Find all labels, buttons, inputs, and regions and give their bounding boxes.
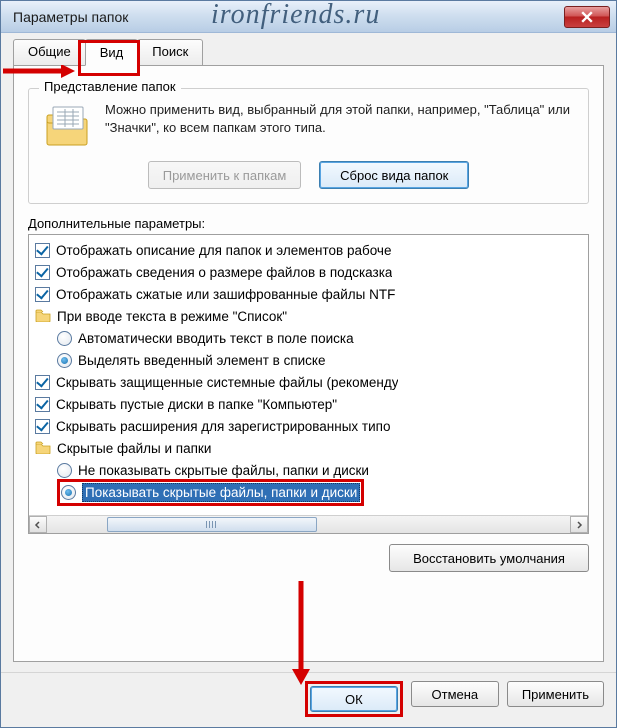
horizontal-scrollbar[interactable] bbox=[29, 515, 588, 533]
checkbox-icon[interactable] bbox=[35, 265, 50, 280]
content-area: Общие Вид Поиск Представление папок bbox=[1, 33, 616, 672]
list-item[interactable]: Отображать сведения о размере файлов в п… bbox=[31, 261, 586, 283]
checkbox-icon[interactable] bbox=[35, 375, 50, 390]
folder-views-description: Можно применить вид, выбранный для этой … bbox=[105, 101, 574, 137]
reset-folders-button[interactable]: Сброс вида папок bbox=[319, 161, 469, 189]
list-item-label: Отображать сведения о размере файлов в п… bbox=[56, 265, 392, 280]
advanced-settings-section: Дополнительные параметры: Отображать опи… bbox=[28, 216, 589, 572]
checkbox-icon[interactable] bbox=[35, 419, 50, 434]
folder-options-icon bbox=[43, 101, 91, 149]
folder-views-group: Представление папок Можно применить вид,… bbox=[28, 88, 589, 204]
radio-icon[interactable] bbox=[57, 353, 72, 368]
folder-icon bbox=[35, 308, 57, 325]
tab-general[interactable]: Общие bbox=[13, 39, 86, 65]
list-item-label: Скрывать защищенные системные файлы (рек… bbox=[56, 375, 398, 390]
list-item[interactable]: Скрывать защищенные системные файлы (рек… bbox=[31, 371, 586, 393]
close-button[interactable] bbox=[564, 6, 610, 28]
window-title: Параметры папок bbox=[13, 9, 564, 25]
list-item-label: Отображать описание для папок и элементо… bbox=[56, 243, 391, 258]
ok-button[interactable]: ОК bbox=[310, 686, 398, 712]
list-item[interactable]: Выделять введенный элемент в списке bbox=[31, 349, 586, 371]
radio-icon[interactable] bbox=[61, 485, 76, 500]
radio-icon[interactable] bbox=[57, 331, 72, 346]
titlebar: Параметры папок ironfriends.ru bbox=[1, 1, 616, 33]
list-item-label: Выделять введенный элемент в списке bbox=[78, 353, 326, 368]
checkbox-icon[interactable] bbox=[35, 397, 50, 412]
scroll-right-button[interactable] bbox=[570, 516, 588, 533]
dialog-buttons: ОК Отмена Применить bbox=[1, 672, 616, 727]
list-item-label: Скрывать расширения для зарегистрированн… bbox=[56, 419, 390, 434]
list-item[interactable]: Скрывать пустые диски в папке "Компьютер… bbox=[31, 393, 586, 415]
tab-view[interactable]: Вид bbox=[85, 39, 139, 66]
list-item[interactable]: Отображать сжатые или зашифрованные файл… bbox=[31, 283, 586, 305]
list-item[interactable]: Скрывать расширения для зарегистрированн… bbox=[31, 415, 586, 437]
tab-strip: Общие Вид Поиск bbox=[13, 39, 604, 65]
list-item[interactable]: Автоматически вводить текст в поле поиск… bbox=[31, 327, 586, 349]
tab-search[interactable]: Поиск bbox=[137, 39, 203, 65]
checkbox-icon[interactable] bbox=[35, 287, 50, 302]
ok-highlight-annotation: ОК bbox=[305, 681, 403, 717]
folder-icon bbox=[35, 440, 57, 457]
list-item[interactable]: Показывать скрытые файлы, папки и диски bbox=[31, 481, 586, 503]
checkbox-icon[interactable] bbox=[35, 243, 50, 258]
apply-to-folders-button: Применить к папкам bbox=[148, 161, 302, 189]
option-highlight-annotation: Показывать скрытые файлы, папки и диски bbox=[57, 479, 364, 506]
close-icon bbox=[581, 11, 593, 23]
radio-icon[interactable] bbox=[57, 463, 72, 478]
scrollbar-thumb[interactable] bbox=[107, 517, 317, 532]
list-item-label: Скрывать пустые диски в папке "Компьютер… bbox=[56, 397, 337, 412]
list-item[interactable]: Отображать описание для папок и элементо… bbox=[31, 239, 586, 261]
list-item-label: При вводе текста в режиме "Список" bbox=[57, 309, 287, 324]
restore-defaults-button[interactable]: Восстановить умолчания bbox=[389, 544, 589, 572]
list-item[interactable]: Скрытые файлы и папки bbox=[31, 437, 586, 459]
list-item[interactable]: При вводе текста в режиме "Список" bbox=[31, 305, 586, 327]
list-item-label: Не показывать скрытые файлы, папки и дис… bbox=[78, 463, 369, 478]
cancel-button[interactable]: Отмена bbox=[411, 681, 499, 707]
chevron-left-icon bbox=[34, 521, 42, 529]
advanced-settings-list[interactable]: Отображать описание для папок и элементо… bbox=[28, 234, 589, 534]
chevron-right-icon bbox=[575, 521, 583, 529]
list-item-label: Показывать скрытые файлы, папки и диски bbox=[82, 483, 360, 502]
advanced-settings-label: Дополнительные параметры: bbox=[28, 216, 589, 231]
list-item-label: Автоматически вводить текст в поле поиск… bbox=[78, 331, 354, 346]
scroll-left-button[interactable] bbox=[29, 516, 47, 533]
apply-button[interactable]: Применить bbox=[507, 681, 604, 707]
folder-options-window: Параметры папок ironfriends.ru Общие Вид… bbox=[0, 0, 617, 728]
folder-views-legend: Представление папок bbox=[39, 79, 181, 94]
tab-panel-view: Представление папок Можно применить вид,… bbox=[13, 65, 604, 662]
list-item-label: Скрытые файлы и папки bbox=[57, 441, 211, 456]
list-item-label: Отображать сжатые или зашифрованные файл… bbox=[56, 287, 395, 302]
